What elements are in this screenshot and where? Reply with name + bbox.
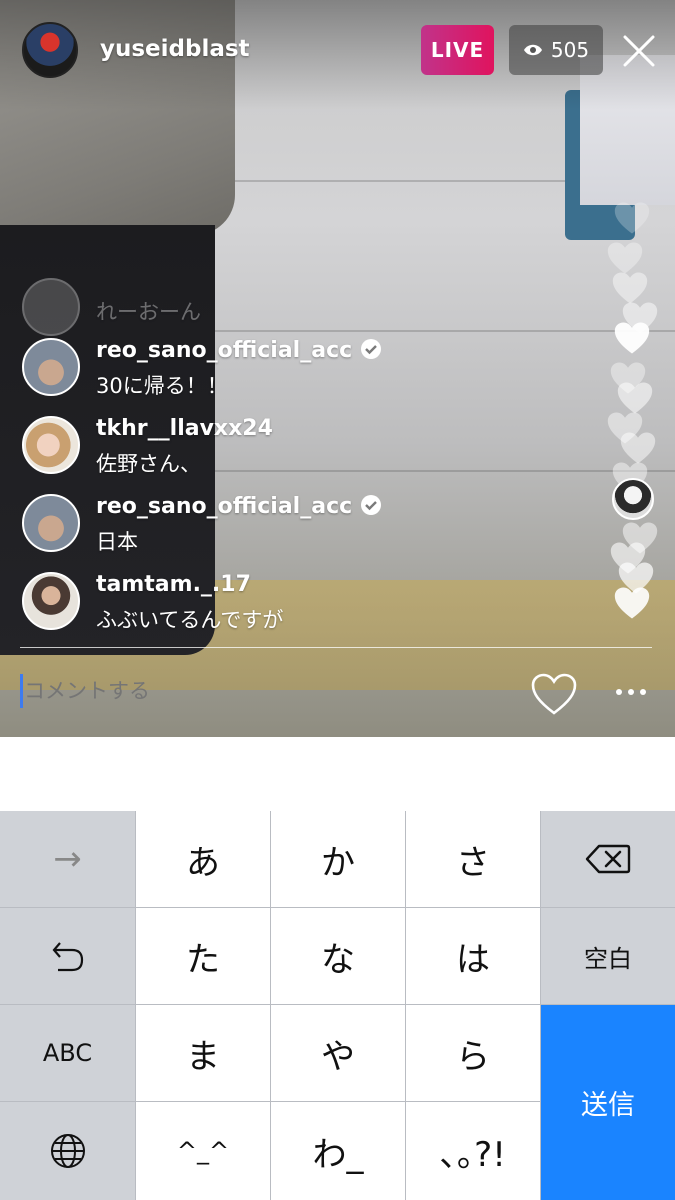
host-username[interactable]: yuseidblast [100, 36, 250, 62]
delete-key[interactable] [541, 811, 675, 907]
commenter-avatar[interactable] [22, 572, 80, 630]
comment-item: tamtam._.17 ふぶいてるんですが [22, 572, 582, 636]
key-ka[interactable]: か [271, 811, 405, 907]
comment-text: れーおーん [96, 300, 201, 324]
comment-divider [20, 647, 652, 648]
eye-icon [523, 44, 542, 56]
host-avatar[interactable] [22, 22, 78, 78]
live-badge: LIVE [421, 25, 494, 75]
undo-icon [52, 942, 83, 972]
commenter-avatar[interactable] [22, 278, 80, 336]
comment-text: 佐野さん、 [96, 452, 201, 476]
comment-text: 日本 [96, 530, 138, 554]
globe-key[interactable] [0, 1102, 135, 1200]
comment-item: reo_sano_official_acc 日本 [22, 494, 582, 558]
comment-input[interactable] [24, 676, 504, 706]
arrow-right-key[interactable]: → [0, 811, 135, 907]
punctuation-key[interactable]: ､｡?! [406, 1102, 540, 1200]
comment-text: ふぶいてるんですが [96, 608, 284, 632]
floating-heart-icon [614, 587, 650, 619]
key-ya[interactable]: や [271, 1005, 405, 1101]
comment-item: れーおーん [22, 278, 582, 342]
backspace-icon [585, 844, 631, 874]
key-ra[interactable]: ら [406, 1005, 540, 1101]
send-button[interactable]: 送信 [541, 1005, 675, 1200]
live-video: yuseidblast LIVE 505 れーおーん reo_sano_offi… [0, 0, 675, 737]
key-ma[interactable]: ま [136, 1005, 270, 1101]
verified-badge-icon [361, 339, 382, 359]
emoticon-key[interactable]: ^_^ [136, 1102, 270, 1200]
commenter-username[interactable]: reo_sano_official_acc [96, 494, 382, 519]
heart-icon[interactable] [530, 672, 578, 716]
key-na[interactable]: な [271, 908, 405, 1004]
commenter-avatar[interactable] [22, 416, 80, 474]
comment-item: tkhr__llavxx24 佐野さん、 [22, 416, 582, 480]
globe-icon [50, 1134, 85, 1168]
commenter-username[interactable]: tamtam._.17 [96, 572, 251, 597]
undo-key[interactable] [0, 908, 135, 1004]
viewer-count: 505 [550, 38, 590, 62]
viewer-count-badge[interactable]: 505 [509, 25, 603, 75]
key-a[interactable]: あ [136, 811, 270, 907]
floating-heart-icon [614, 202, 650, 234]
guest-avatar[interactable] [612, 478, 654, 520]
key-sa[interactable]: さ [406, 811, 540, 907]
commenter-username[interactable]: reo_sano_official_acc [96, 338, 382, 363]
verified-badge-icon [361, 495, 382, 515]
comment-text: 30に帰る！！ [96, 374, 228, 398]
abc-key[interactable]: ABC [0, 1005, 135, 1101]
close-icon[interactable] [622, 34, 656, 68]
key-ha[interactable]: は [406, 908, 540, 1004]
japanese-keyboard: → あ か さ た な は 空白 ABC ま や ら 送信 ^_^ わ_ ､｡?… [0, 811, 675, 1200]
key-wa[interactable]: わ_ [271, 1102, 405, 1200]
floating-heart-icon [614, 322, 650, 354]
key-ta[interactable]: た [136, 908, 270, 1004]
comment-item: reo_sano_official_acc 30に帰る！！ [22, 338, 582, 402]
commenter-avatar[interactable] [22, 338, 80, 396]
space-key[interactable]: 空白 [541, 908, 675, 1004]
text-cursor [20, 674, 23, 708]
commenter-username[interactable]: tkhr__llavxx24 [96, 416, 273, 441]
more-options-icon[interactable] [616, 682, 646, 702]
commenter-avatar[interactable] [22, 494, 80, 552]
